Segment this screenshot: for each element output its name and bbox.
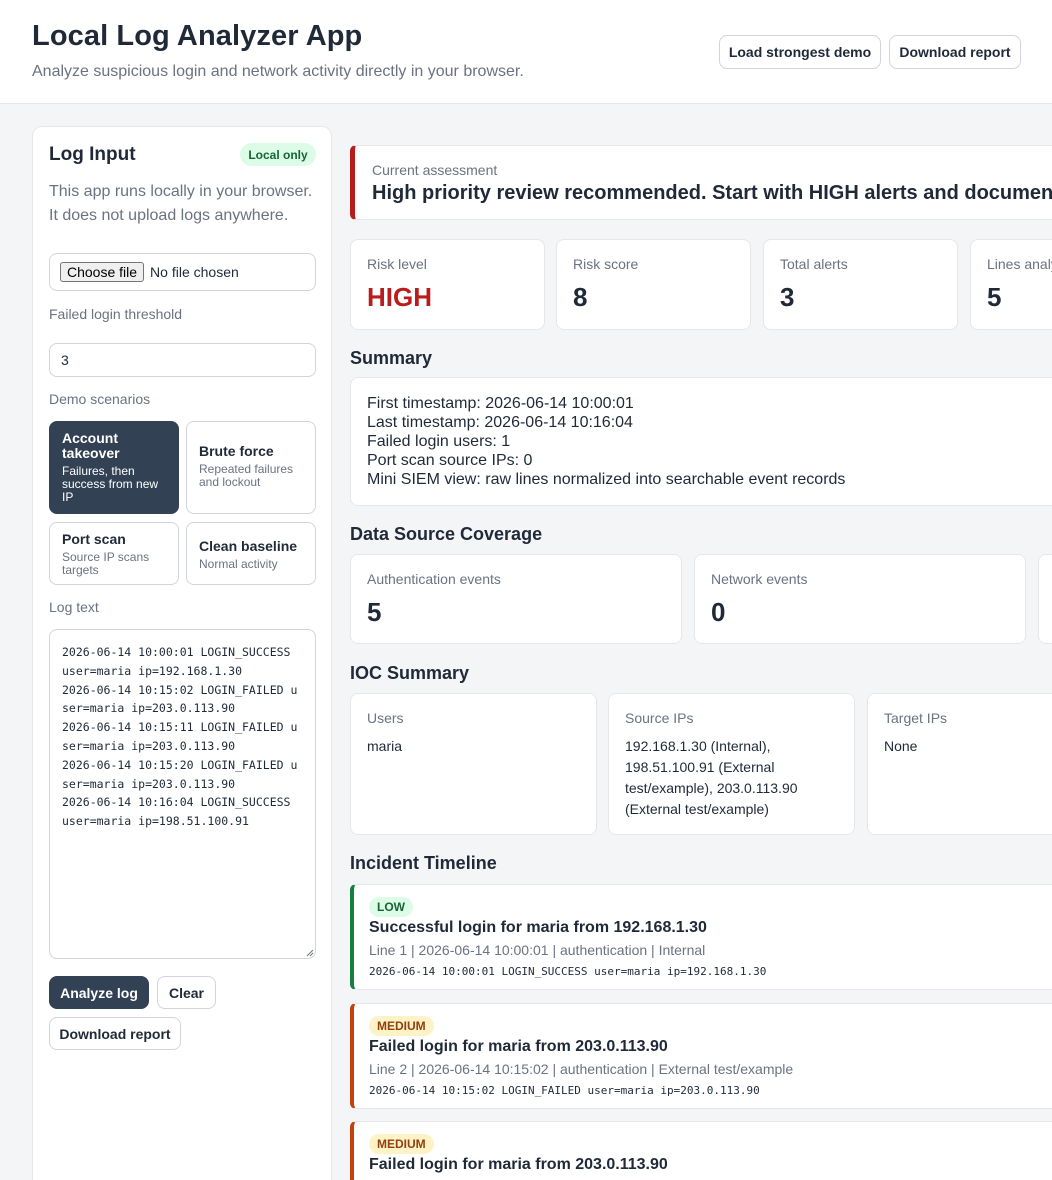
- local-only-badge: Local only: [240, 143, 316, 166]
- coverage-heading: Data Source Coverage: [350, 524, 543, 544]
- assessment-label: Current assessment: [372, 162, 498, 178]
- scenario-title: Clean baseline: [199, 538, 298, 554]
- log-textarea[interactable]: 2026-06-14 10:00:01 LOGIN_SUCCESS user=m…: [49, 629, 316, 959]
- ioc-label: Target IPs: [884, 710, 948, 726]
- severity-badge: LOW: [369, 897, 413, 917]
- metric-total-alerts: Total alerts 3: [763, 239, 958, 330]
- summary-line: Port scan source IPs: 0: [367, 452, 533, 469]
- scenario-description: Repeated failures and lockout: [199, 462, 294, 489]
- clear-button[interactable]: Clear: [157, 976, 216, 1009]
- coverage-network: Network events 0: [694, 554, 1026, 644]
- threshold-input[interactable]: 3: [49, 343, 316, 377]
- scenario-brute-force[interactable]: Brute force Repeated failures and lockou…: [186, 421, 316, 514]
- event-meta: Line 1 | 2026-06-14 10:00:01 | authentic…: [369, 942, 706, 958]
- file-input[interactable]: Choose file No file chosen: [49, 253, 316, 291]
- metric-risk-level: Risk level HIGH: [350, 239, 545, 330]
- scenario-account-takeover[interactable]: Account takeover Failures, then success …: [49, 421, 179, 514]
- file-status: No file chosen: [150, 264, 239, 280]
- coverage-value: 5: [367, 597, 382, 627]
- scenario-title: Brute force: [199, 443, 274, 459]
- scenarios-label: Demo scenarios: [49, 391, 151, 407]
- app-title: Local Log Analyzer App: [32, 20, 363, 52]
- metric-value: HIGH: [367, 282, 432, 312]
- summary-line: First timestamp: 2026-06-14 10:00:01: [367, 395, 634, 412]
- results-area: Current assessment High priority review …: [350, 0, 1052, 1180]
- metric-risk-score: Risk score 8: [556, 239, 751, 330]
- ioc-value: maria: [367, 738, 403, 754]
- ioc-value: None: [884, 738, 918, 754]
- coverage-label: Network events: [711, 571, 808, 587]
- metric-value: 3: [780, 282, 795, 312]
- coverage-authentication: Authentication events 5: [350, 554, 682, 644]
- event-title: Successful login for maria from 192.168.…: [369, 919, 707, 936]
- assessment-text: High priority review recommended. Start …: [372, 182, 1052, 204]
- log-input-panel: Log Input Local only This app runs local…: [32, 126, 332, 1180]
- timeline-event: MEDIUM Failed login for maria from 203.0…: [350, 1121, 1052, 1180]
- event-title: Failed login for maria from 203.0.113.90: [369, 1038, 668, 1055]
- ioc-label: Users: [367, 710, 404, 726]
- scenario-clean-baseline[interactable]: Clean baseline Normal activity: [186, 522, 316, 585]
- choose-file-button[interactable]: Choose file: [60, 262, 145, 282]
- event-meta: Line 2 | 2026-06-14 10:15:02 | authentic…: [369, 1061, 794, 1077]
- scenario-title: Port scan: [62, 531, 126, 547]
- ioc-target-ips: Target IPs None: [867, 693, 1052, 835]
- summary-line: Failed login users: 1: [367, 433, 511, 450]
- coverage-card-partial: [1038, 554, 1052, 644]
- threshold-label: Failed login threshold: [49, 306, 183, 322]
- panel-download-report-button[interactable]: Download report: [49, 1017, 181, 1050]
- privacy-note: This app runs locally in your browser. I…: [49, 183, 313, 224]
- timeline-event: MEDIUM Failed login for maria from 203.0…: [350, 1003, 1052, 1109]
- severity-badge: MEDIUM: [369, 1016, 434, 1036]
- event-raw-line: 2026-06-14 10:15:02 LOGIN_FAILED user=ma…: [369, 1084, 760, 1097]
- event-raw-line: 2026-06-14 10:00:01 LOGIN_SUCCESS user=m…: [369, 965, 767, 978]
- ioc-heading: IOC Summary: [350, 663, 470, 683]
- summary-box: First timestamp: 2026-06-14 10:00:01 Las…: [350, 377, 1052, 506]
- scenario-description: Failures, then success from new IP: [62, 464, 159, 504]
- coverage-label: Authentication events: [367, 571, 501, 587]
- analyze-log-button[interactable]: Analyze log: [49, 976, 149, 1009]
- summary-line: Last timestamp: 2026-06-14 10:16:04: [367, 414, 633, 431]
- log-text-label: Log text: [49, 599, 99, 615]
- ioc-label: Source IPs: [625, 710, 694, 726]
- metric-label: Risk level: [367, 256, 427, 272]
- panel-title: Log Input: [49, 144, 136, 165]
- metric-label: Risk score: [573, 256, 639, 272]
- assessment-banner: Current assessment High priority review …: [350, 145, 1052, 220]
- summary-heading: Summary: [350, 348, 433, 368]
- ioc-value: 192.168.1.30 (Internal), 198.51.100.91 (…: [625, 738, 798, 817]
- coverage-value: 0: [711, 597, 726, 627]
- scenario-description: Normal activity: [199, 557, 278, 571]
- scenario-port-scan[interactable]: Port scan Source IP scans targets: [49, 522, 179, 585]
- timeline-heading: Incident Timeline: [350, 853, 497, 873]
- metric-lines-analyzed: Lines analyzed 5: [970, 239, 1052, 330]
- metric-value: 8: [573, 282, 588, 312]
- metric-label: Lines analyzed: [987, 256, 1052, 272]
- summary-line: Mini SIEM view: raw lines normalized int…: [367, 471, 846, 488]
- metric-label: Total alerts: [780, 256, 848, 272]
- resize-grip-icon[interactable]: [306, 949, 314, 957]
- ioc-source-ips: Source IPs 192.168.1.30 (Internal), 198.…: [608, 693, 855, 835]
- scenario-title: Account takeover: [62, 430, 120, 461]
- ioc-users: Users maria: [350, 693, 597, 835]
- severity-badge: MEDIUM: [369, 1134, 434, 1154]
- scenario-description: Source IP scans targets: [62, 550, 150, 577]
- timeline-event: LOW Successful login for maria from 192.…: [350, 884, 1052, 990]
- event-title: Failed login for maria from 203.0.113.90: [369, 1156, 668, 1173]
- metric-value: 5: [987, 282, 1002, 312]
